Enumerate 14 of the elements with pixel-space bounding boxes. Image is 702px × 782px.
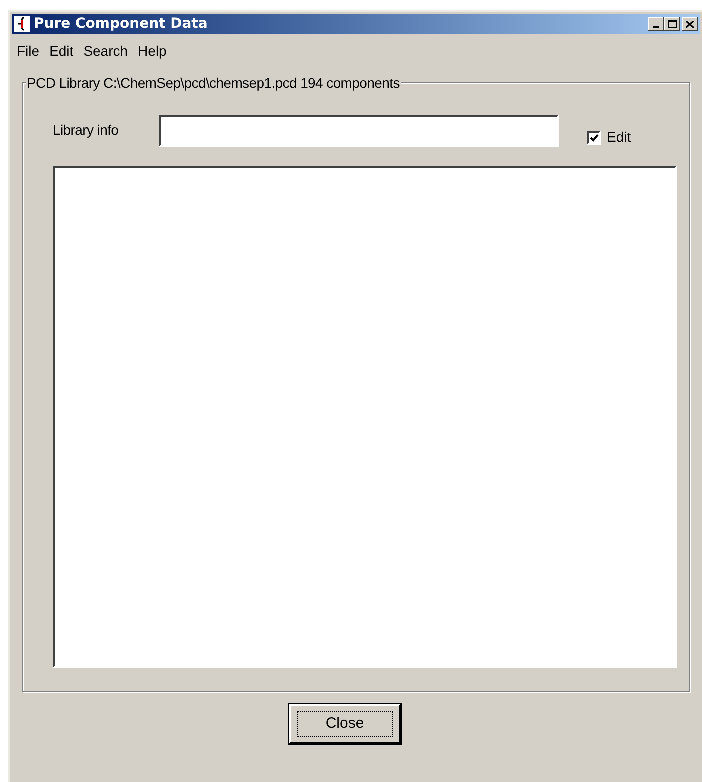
edit-label: Edit bbox=[607, 128, 632, 147]
library-info-field[interactable] bbox=[159, 114, 559, 146]
library-info-label: Library info bbox=[53, 121, 120, 140]
menu-item[interactable]: Help bbox=[133, 40, 172, 62]
maximize-button[interactable] bbox=[664, 17, 680, 31]
app-icon bbox=[14, 16, 30, 32]
menu-item[interactable]: File bbox=[12, 40, 45, 62]
menu-item[interactable]: Edit bbox=[44, 40, 79, 62]
menu-item[interactable]: Search bbox=[78, 40, 134, 62]
edit-checkbox[interactable] bbox=[587, 130, 601, 144]
close-icon[interactable] bbox=[682, 17, 698, 31]
window-title: Pure Component Data bbox=[34, 14, 208, 34]
minimize-button[interactable] bbox=[648, 17, 664, 31]
close-button[interactable]: Close bbox=[289, 704, 401, 744]
